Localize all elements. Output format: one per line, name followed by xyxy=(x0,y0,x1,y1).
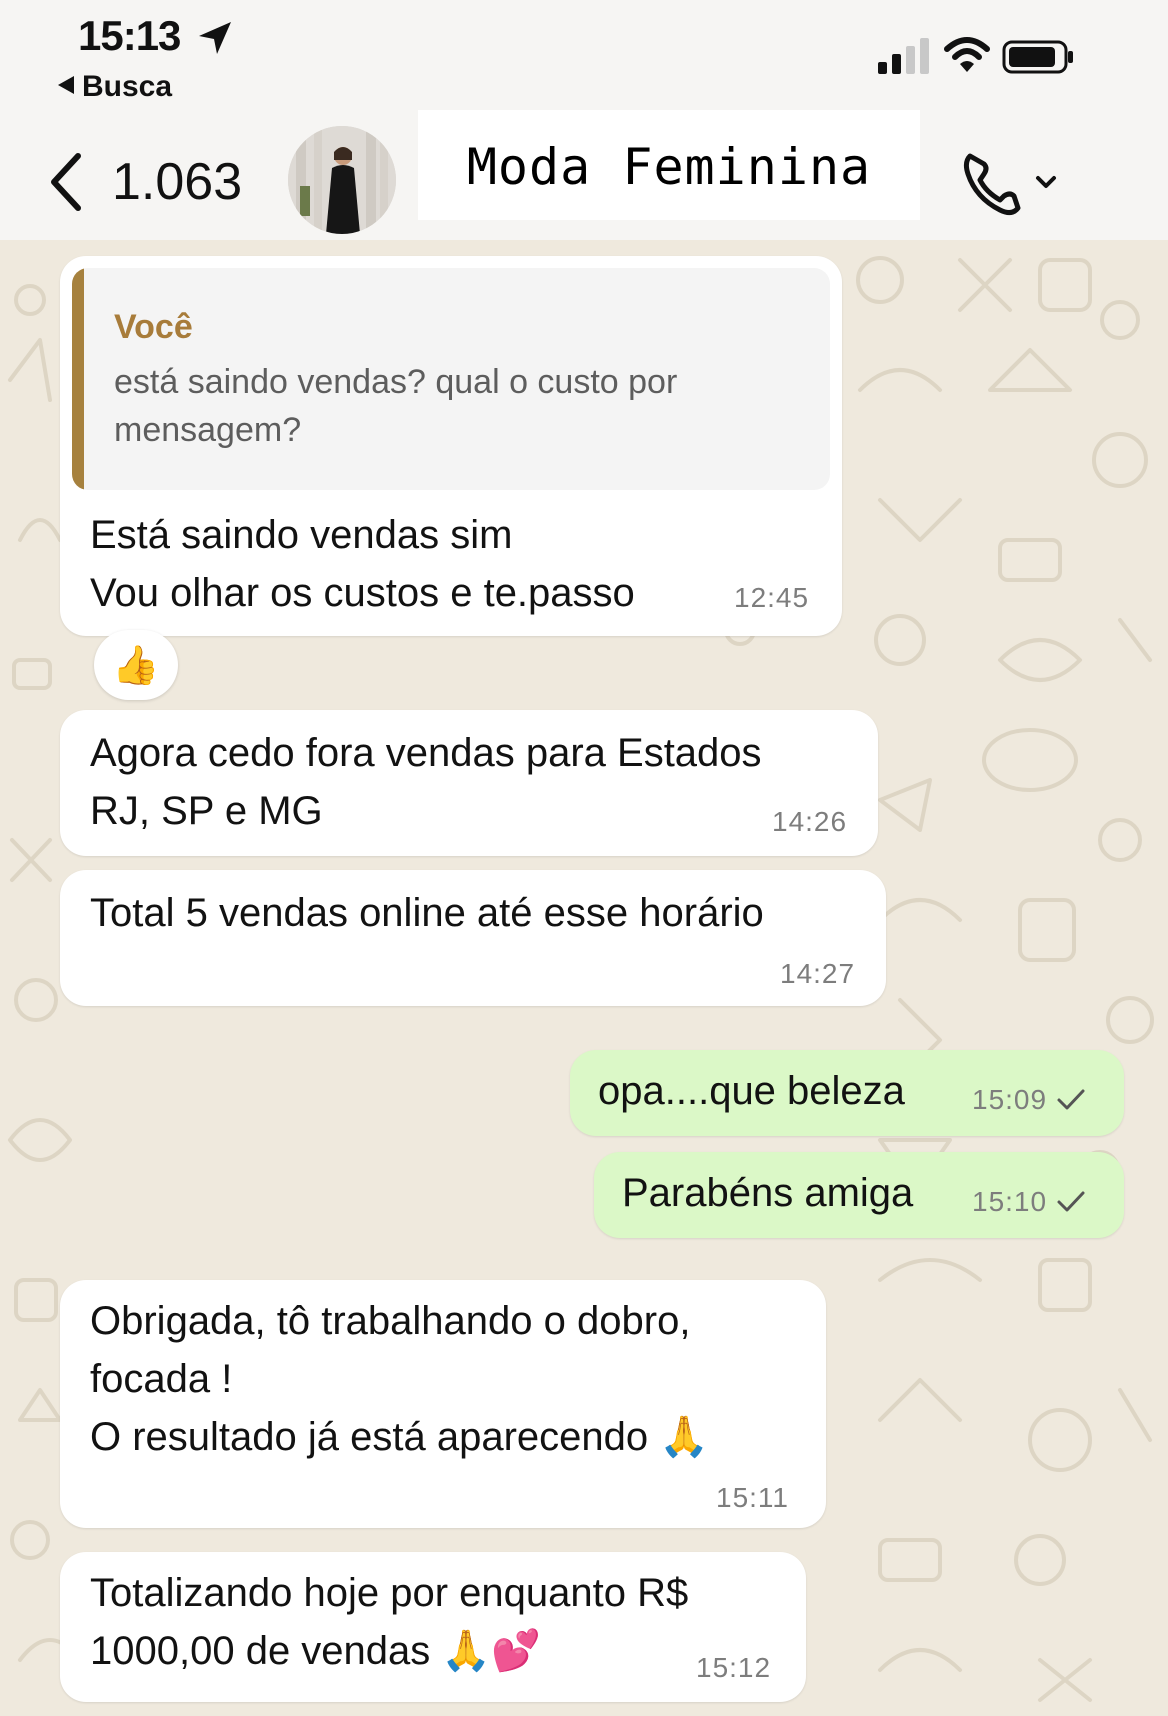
reaction-thumbs-up[interactable]: 👍 xyxy=(94,630,178,700)
message-text: Parabéns amiga xyxy=(622,1164,913,1222)
clock: 15:13 xyxy=(78,12,181,59)
message-line: Totalizando hoje por enquanto R$ xyxy=(90,1571,689,1615)
thumbs-up-icon: 👍 xyxy=(112,643,160,687)
message-bubble-outgoing[interactable]: Parabéns amiga 15:10 xyxy=(594,1152,1124,1238)
message-text: Agora cedo fora vendas para Estados RJ, … xyxy=(90,724,762,840)
message-line: opa....que beleza xyxy=(598,1069,905,1113)
message-time: 14:27 xyxy=(780,958,856,989)
message-bubble-incoming[interactable]: Totalizando hoje por enquanto R$ 1000,00… xyxy=(60,1552,806,1702)
message-line: 1000,00 de vendas 🙏💕 xyxy=(90,1629,542,1673)
message-time: 15:09 xyxy=(972,1084,1048,1115)
phone-icon xyxy=(963,153,1021,216)
check-icon xyxy=(1057,1191,1085,1212)
back-app-label: Busca xyxy=(82,70,173,103)
back-to-app-link[interactable]: Busca xyxy=(58,70,172,104)
message-text: Está saindo vendas sim Vou olhar os cust… xyxy=(90,506,635,622)
message-bubble-incoming[interactable]: Total 5 vendas online até esse horário 1… xyxy=(60,870,886,1006)
message-bubble-incoming[interactable]: Agora cedo fora vendas para Estados RJ, … xyxy=(60,710,878,856)
location-arrow-icon xyxy=(199,22,231,54)
message-time: 12:45 xyxy=(734,582,810,613)
message-line: O resultado já está aparecendo 🙏 xyxy=(90,1415,710,1459)
message-time: 15:12 xyxy=(696,1652,772,1683)
message-text: Total 5 vendas online até esse horário xyxy=(90,884,764,942)
quote-text: está saindo vendas? qual o custo por men… xyxy=(114,358,677,454)
call-button[interactable] xyxy=(958,144,1068,224)
message-time: 15:11 xyxy=(716,1482,789,1513)
chat-area[interactable]: Você está saindo vendas? qual o custo po… xyxy=(0,240,1168,1716)
chat-header: 1.063 Moda Feminina xyxy=(0,100,1168,240)
avatar-photo xyxy=(288,126,396,234)
avatar[interactable] xyxy=(288,126,396,234)
message-text: Obrigada, tô trabalhando o dobro, focada… xyxy=(90,1292,709,1466)
message-line: Vou olhar os custos e te.passo xyxy=(90,571,635,615)
check-icon xyxy=(1057,1089,1085,1110)
contact-name-box[interactable]: Moda Feminina xyxy=(418,110,920,220)
quote-line: está saindo vendas? qual o custo por xyxy=(114,363,678,401)
message-bubble-incoming[interactable]: Obrigada, tô trabalhando o dobro, focada… xyxy=(60,1280,826,1528)
message-line: focada ! xyxy=(90,1357,233,1401)
message-line: Parabéns amiga xyxy=(622,1171,914,1215)
back-triangle-icon xyxy=(58,76,74,94)
message-bubble-incoming[interactable]: Você está saindo vendas? qual o custo po… xyxy=(60,256,842,636)
quote-author: Você xyxy=(114,308,193,346)
message-line: Está saindo vendas sim xyxy=(90,513,513,557)
chevron-down-icon xyxy=(1036,176,1056,188)
back-chevron-icon[interactable] xyxy=(46,152,86,212)
message-bubble-outgoing[interactable]: opa....que beleza 15:09 xyxy=(570,1050,1124,1136)
message-text: Totalizando hoje por enquanto R$ 1000,00… xyxy=(90,1564,688,1680)
message-time: 15:10 xyxy=(972,1186,1048,1217)
quoted-message[interactable]: Você está saindo vendas? qual o custo po… xyxy=(72,268,830,490)
wifi-icon xyxy=(944,37,990,72)
status-bar: 15:13 Busca xyxy=(0,0,1168,103)
message-line: Obrigada, tô trabalhando o dobro, xyxy=(90,1299,691,1343)
message-line: Agora cedo fora vendas para Estados xyxy=(90,731,762,775)
signal-icon xyxy=(878,38,929,74)
quote-line: mensagem? xyxy=(114,411,302,449)
message-time: 14:26 xyxy=(772,806,848,837)
message-text: opa....que beleza xyxy=(598,1062,905,1120)
contact-name: Moda Feminina xyxy=(466,138,872,196)
quote-accent-bar xyxy=(72,268,84,490)
battery-icon xyxy=(1002,40,1073,74)
message-line: RJ, SP e MG xyxy=(90,789,323,833)
message-line: Total 5 vendas online até esse horário xyxy=(90,891,764,935)
unread-count[interactable]: 1.063 xyxy=(112,152,242,212)
